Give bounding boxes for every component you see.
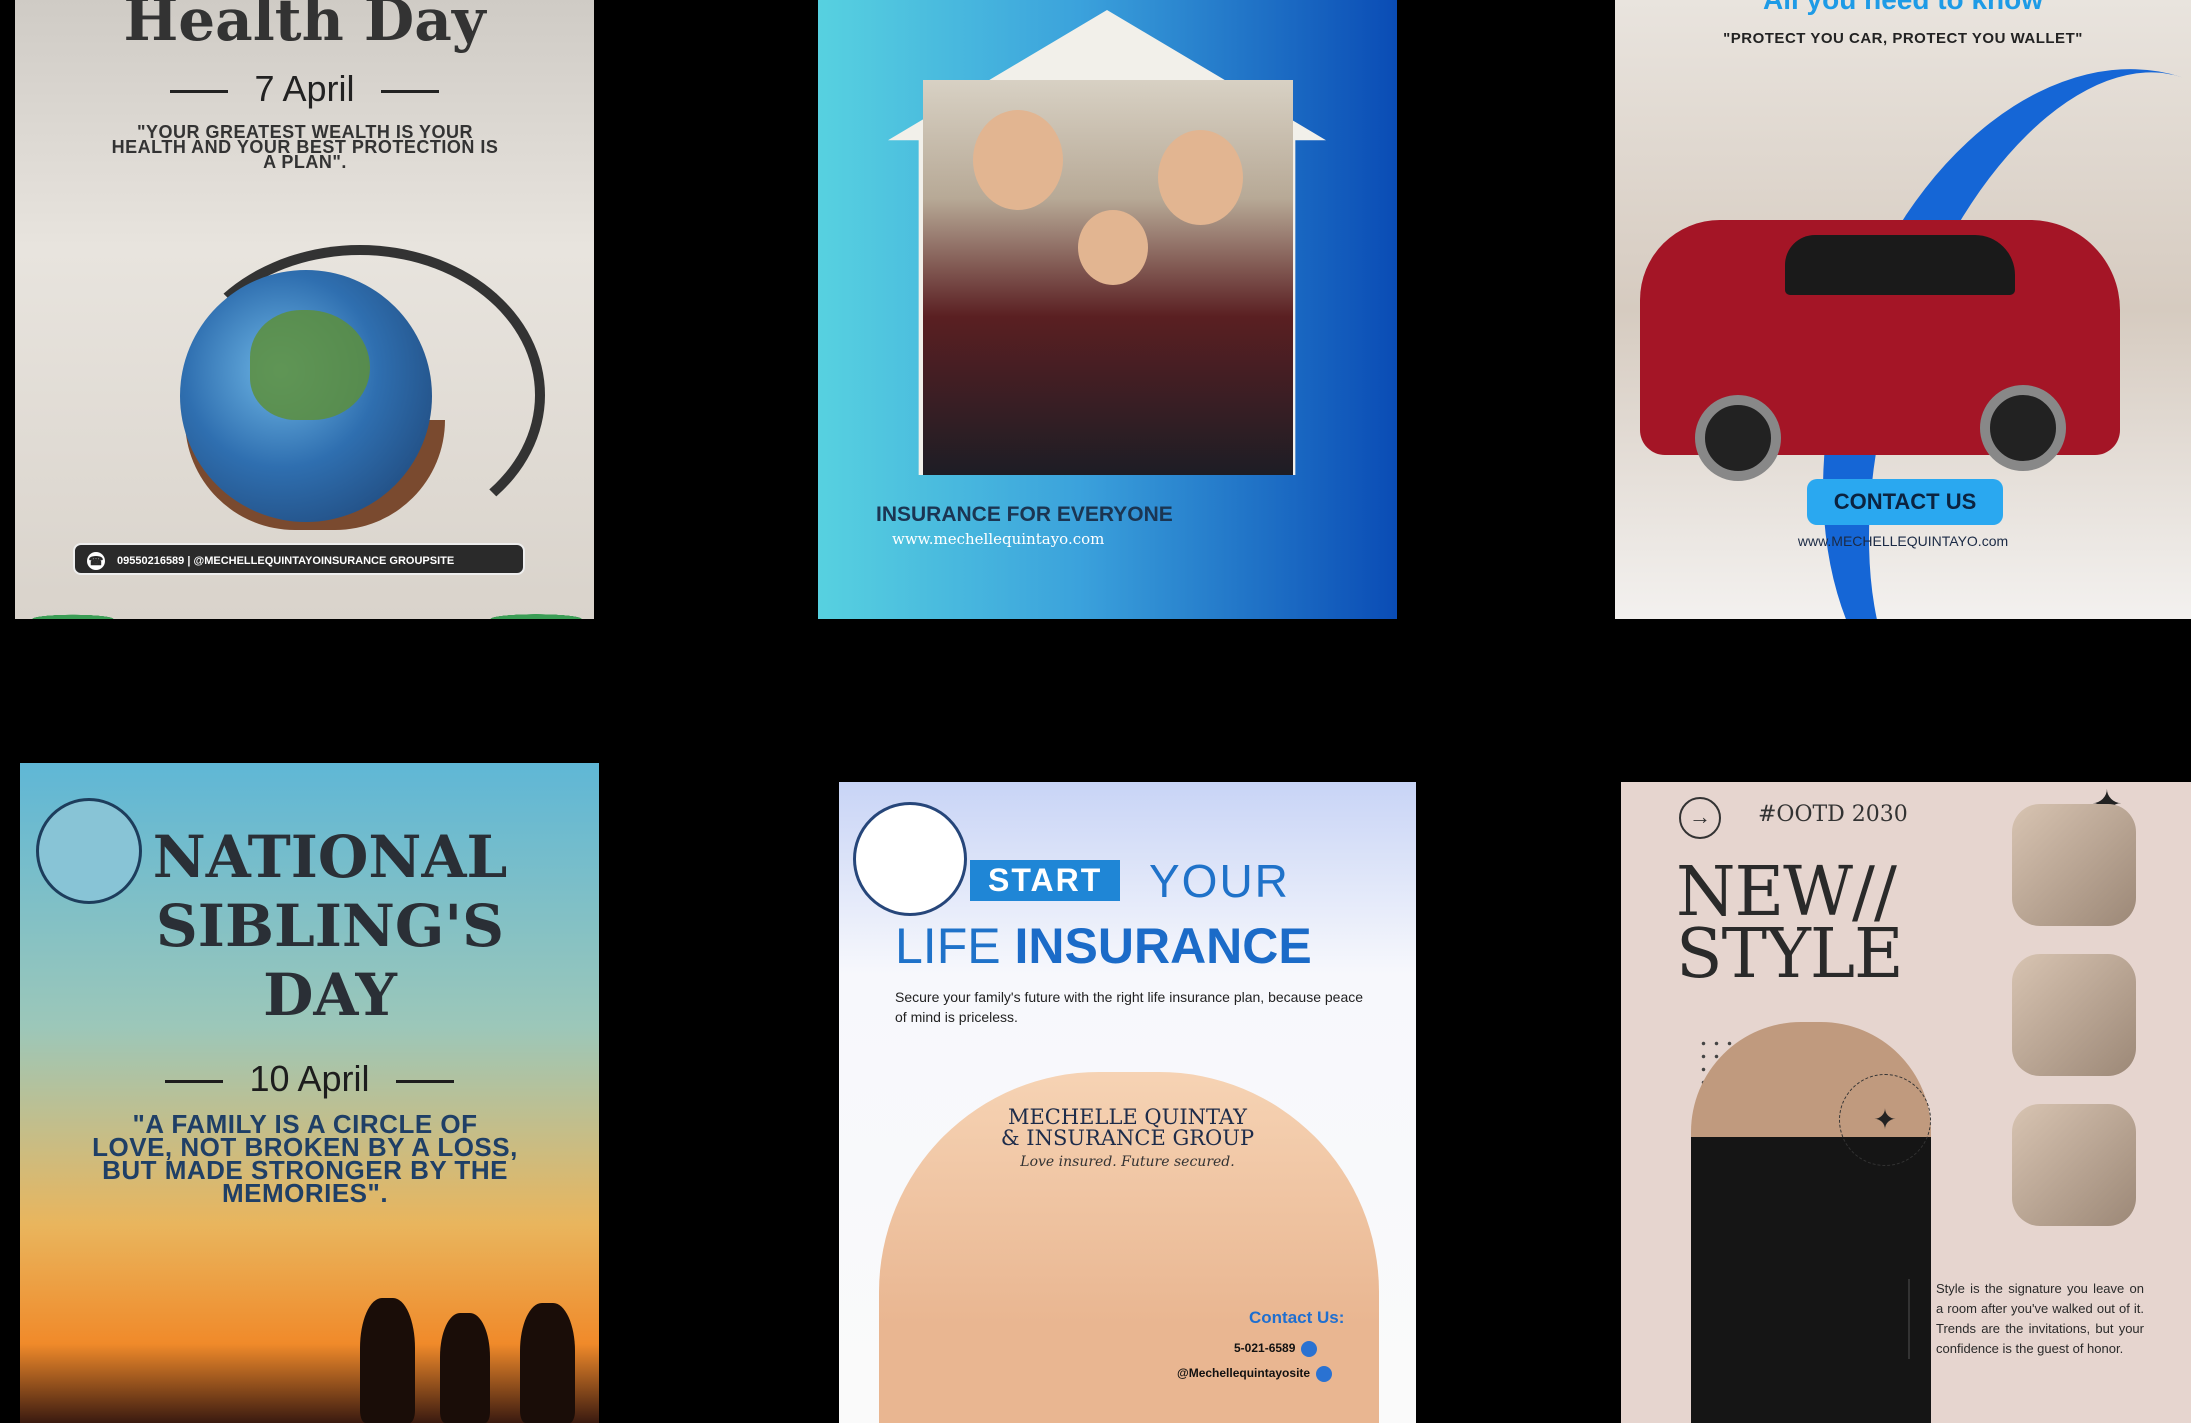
ootd-tag: #OOTD 2030: [1758, 802, 1908, 827]
outfit-thumbnail-3[interactable]: [2012, 1104, 2136, 1226]
health-day-post[interactable]: Health Day 7 April "YOUR GREATEST WEALTH…: [15, 0, 594, 619]
life-insurance-post[interactable]: START YOUR LIFE INSURANCE Secure your fa…: [839, 782, 1416, 1423]
contact-heading: Contact Us:: [1249, 1308, 1345, 1327]
contact-us-button[interactable]: CONTACT US: [1807, 479, 2003, 525]
sibling-silhouette-3: [520, 1303, 575, 1423]
outfit-thumbnail-1[interactable]: [2012, 804, 2136, 926]
child-figure: [1078, 210, 1148, 285]
sibling-silhouette-1: [360, 1298, 415, 1423]
brand-line-2: & INSURANCE GROUP: [1000, 1126, 1255, 1150]
headline: NEW// STYLE: [1676, 859, 1904, 994]
brand-name: MECHELLE QUINTAY & INSURANCE GROUP: [839, 1107, 1416, 1149]
front-wheel: [1695, 395, 1781, 481]
post-heading: All you need to know: [1615, 0, 2191, 16]
life-word: LIFE: [895, 918, 1001, 974]
post-subtitle: Secure your family's future with the rig…: [895, 989, 1364, 1025]
contact-bar: ☎ 09550216589 | @MECHELLEQUINTAYOINSURAN…: [73, 543, 525, 575]
fashion-circle-badge: ✦: [1839, 1074, 1931, 1166]
post-date: 7 April: [15, 68, 594, 110]
verified-icon: [1301, 1341, 1318, 1357]
agency-seal-logo: [853, 802, 967, 916]
headline-line-2: STYLE: [1676, 915, 1904, 994]
family-photo: [923, 80, 1293, 475]
arrow-right-icon[interactable]: →: [1679, 797, 1721, 839]
contact-text: 09550216589 | @MECHELLEQUINTAYOINSURANCE…: [117, 555, 455, 567]
brand-line-1: MECHELLE QUINTAY: [1007, 1105, 1248, 1129]
new-style-post[interactable]: → #OOTD 2030 ✦ NEW// STYLE ✦ Style is th…: [1621, 782, 2191, 1423]
start-label: START: [970, 860, 1121, 901]
website-link[interactable]: www.MECHELLEQUINTAYO.com: [1615, 533, 2191, 549]
outfit-thumbnail-2[interactable]: [2012, 954, 2136, 1076]
insurance-word: INSURANCE: [1014, 918, 1312, 974]
rear-wheel: [1980, 385, 2066, 471]
phone-text: 5-021-6589: [1234, 1341, 1296, 1356]
phone-icon: ☎: [87, 552, 105, 570]
style-description: Style is the signature you leave on a ro…: [1908, 1279, 2144, 1359]
car-insurance-post[interactable]: All you need to know "PROTECT YOU CAR, P…: [1615, 0, 2191, 619]
post-quote: "YOUR GREATEST WEALTH IS YOUR HEALTH AND…: [111, 122, 499, 172]
post-title: NATIONAL SIBLING'S DAY: [152, 823, 508, 1029]
website-link[interactable]: www.mechellequintayo.com: [892, 530, 1104, 548]
post-date: 10 April: [20, 1058, 599, 1100]
your-label: YOUR: [1149, 855, 1290, 907]
national-siblings-day-post[interactable]: NATIONAL SIBLING'S DAY 10 April "A FAMIL…: [20, 763, 599, 1423]
life-insurance-heading: LIFE INSURANCE: [895, 917, 1312, 975]
mother-figure: [1158, 130, 1243, 225]
insurance-for-everyone-post[interactable]: INSURANCE FOR EVERYONE www.mechellequint…: [818, 0, 1397, 619]
brand-tagline: Love insured. Future secured.: [1020, 1154, 1235, 1170]
contact-phone: 5-021-6589: [1234, 1341, 1318, 1357]
post-title: Health Day: [123, 0, 486, 54]
red-suv-image: [1640, 220, 2120, 481]
globe-icon: [1316, 1366, 1333, 1382]
post-heading: INSURANCE FOR EVERYONE: [876, 503, 1173, 526]
father-figure: [973, 110, 1063, 210]
post-quote: "A FAMILY IS A CIRCLE OF LOVE, NOT BROKE…: [92, 1109, 518, 1208]
post-tagline: "PROTECT YOU CAR, PROTECT YOU WALLET": [1723, 30, 2083, 47]
sibling-silhouette-2: [440, 1313, 490, 1423]
contact-social[interactable]: @Mechellequintayosite: [1177, 1366, 1333, 1382]
social-text: @Mechellequintayosite: [1177, 1366, 1311, 1381]
globe-illustration: [180, 270, 432, 522]
